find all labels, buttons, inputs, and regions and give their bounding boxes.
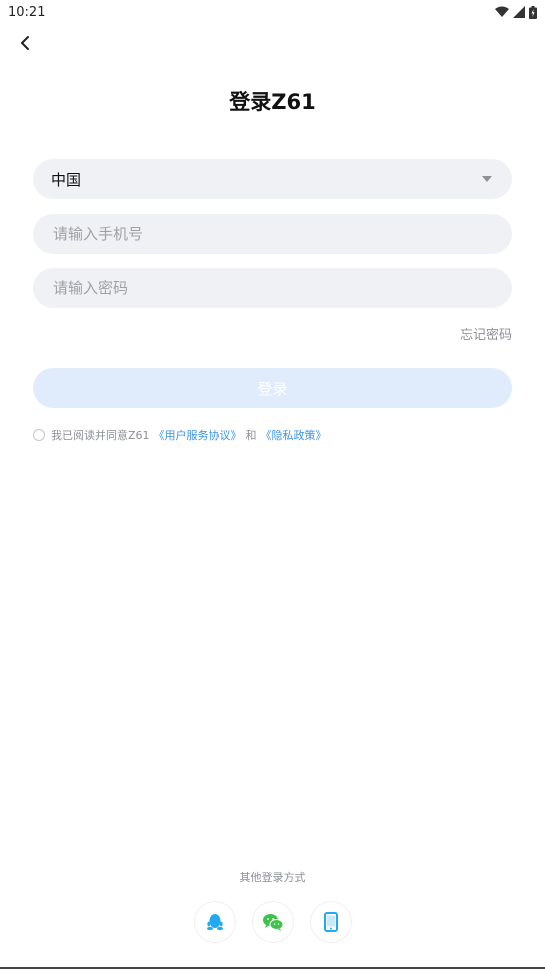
agreement-checkbox[interactable] (33, 429, 45, 441)
terms-link[interactable]: 《用户服务协议》 (154, 427, 242, 443)
qq-icon (206, 914, 223, 931)
status-time: 10:21 (8, 4, 46, 20)
login-button[interactable]: 登录 (33, 368, 512, 408)
wechat-login-button[interactable] (252, 902, 293, 942)
phone-field-container (33, 214, 512, 254)
agreement-prefix: 我已阅读并同意Z61 (51, 429, 150, 442)
back-button[interactable] (12, 30, 38, 56)
phone-login-button[interactable] (310, 902, 351, 942)
forgot-password-link[interactable]: 忘记密码 (460, 324, 512, 343)
signal-icon (513, 6, 525, 18)
social-login-row (0, 902, 545, 942)
status-bar: 10:21 (0, 0, 545, 24)
wechat-icon (262, 914, 283, 931)
other-login-label: 其他登录方式 (239, 871, 306, 884)
country-value: 中国 (51, 170, 82, 189)
password-field-container (33, 268, 512, 308)
agreement-row: 我已阅读并同意Z61 《用户服务协议》和《隐私政策》 (33, 427, 327, 443)
phone-input[interactable] (51, 224, 494, 244)
qq-login-button[interactable] (194, 902, 235, 942)
country-selector[interactable]: 中国 (33, 159, 512, 199)
chevron-left-icon (21, 36, 29, 50)
battery-icon (529, 5, 537, 19)
page-title: 登录Z61 (229, 90, 316, 114)
password-input[interactable] (51, 278, 494, 298)
phone-icon (323, 912, 338, 932)
agreement-and: 和 (245, 429, 257, 442)
wifi-icon (495, 6, 509, 17)
caret-down-icon (482, 176, 492, 182)
status-icons (495, 5, 537, 19)
privacy-link[interactable]: 《隐私政策》 (261, 427, 327, 443)
